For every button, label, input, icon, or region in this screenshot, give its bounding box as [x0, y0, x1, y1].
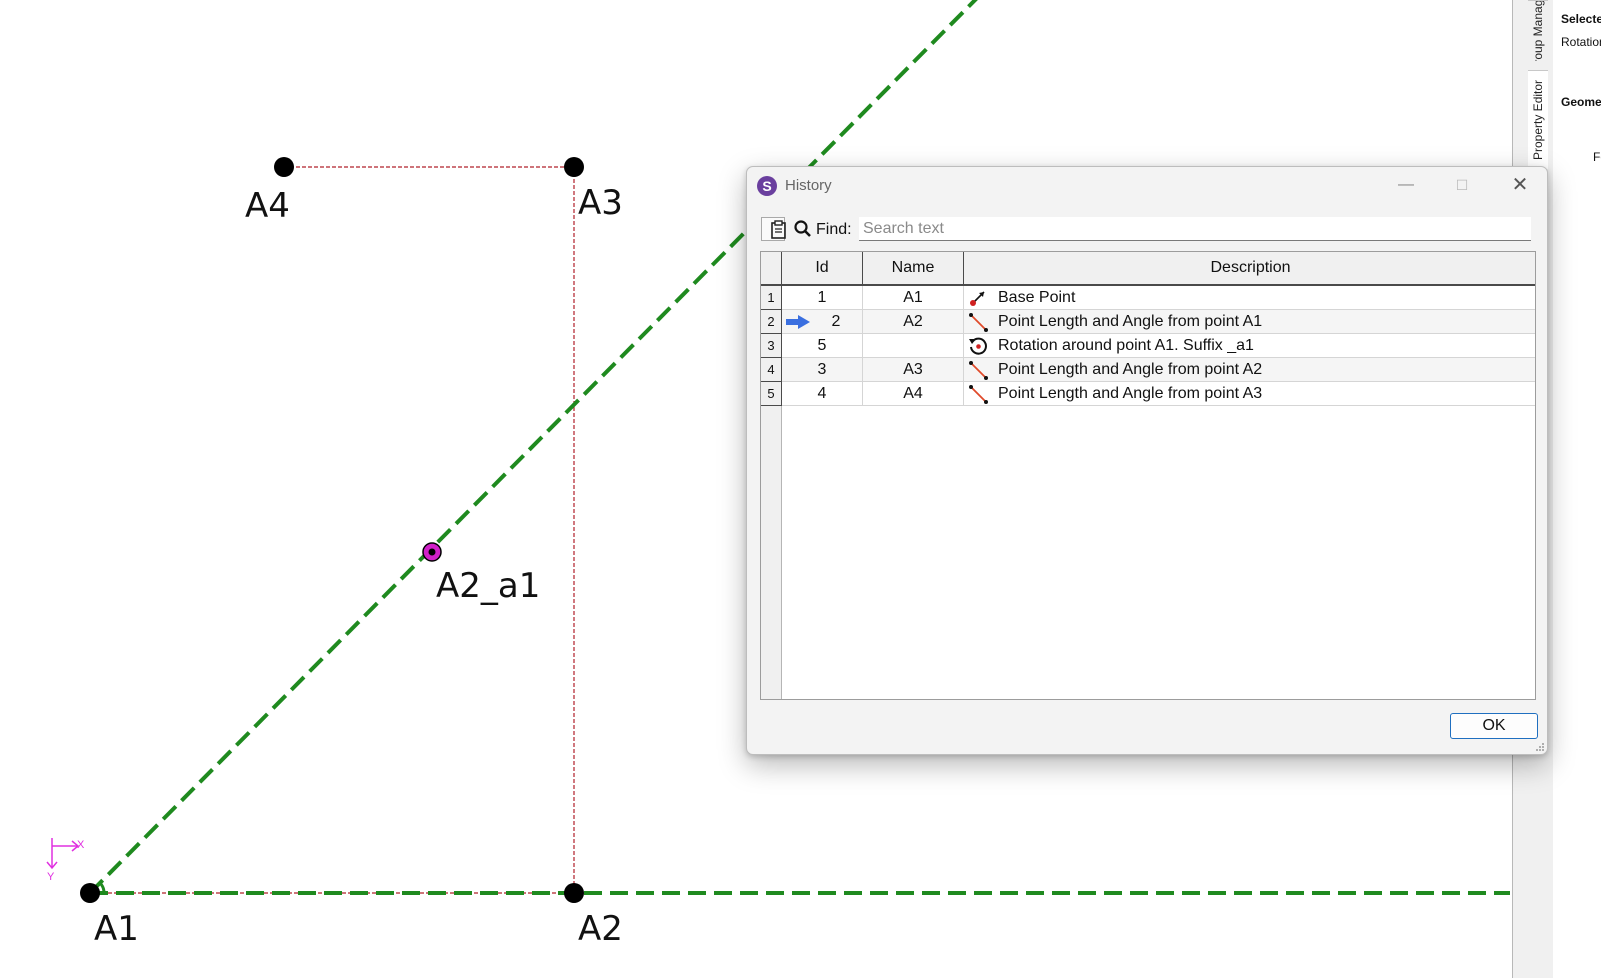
rotation-icon [969, 337, 987, 355]
history-table[interactable]: Id Name Description 1 1 A1 Base Point 2 [760, 251, 1536, 700]
length-angle-icon [969, 313, 988, 332]
row-number[interactable]: 3 [761, 334, 782, 358]
panel-label-rotation: Rotation [1561, 35, 1601, 49]
copy-to-clipboard-button[interactable] [761, 217, 786, 241]
cell-name [863, 334, 964, 358]
point-a2[interactable] [564, 883, 584, 903]
current-step-arrow-icon [786, 315, 810, 329]
maximize-icon[interactable]: ☐ [1439, 170, 1485, 200]
table-row[interactable]: 3 5 Rotation around point A1. Suffix _a1 [761, 334, 1535, 358]
dialog-titlebar[interactable]: S History — ☐ ✕ [747, 167, 1547, 203]
cell-id: 3 [782, 358, 863, 382]
cell-id: 2 [782, 310, 863, 334]
close-icon[interactable]: ✕ [1497, 170, 1543, 200]
length-angle-icon [969, 385, 988, 404]
resize-grip-icon[interactable] [1535, 742, 1545, 752]
search-input[interactable] [859, 217, 1531, 241]
description-text: Point Length and Angle from point A3 [998, 385, 1263, 402]
history-dialog: S History — ☐ ✕ Find: Id Name Descriptio… [746, 166, 1548, 755]
description-text: Rotation around point A1. Suffix _a1 [998, 337, 1254, 354]
cell-description: Base Point [964, 286, 1535, 310]
description-text: Point Length and Angle from point A2 [998, 361, 1263, 378]
table-row[interactable]: 1 1 A1 Base Point [761, 286, 1535, 310]
base-point-icon [970, 291, 985, 306]
cell-description: Rotation around point A1. Suffix _a1 [964, 334, 1535, 358]
panel-label-selected: Selected [1561, 12, 1601, 26]
table-row[interactable]: 4 3 A3 Point Length and Angle from point… [761, 358, 1535, 382]
app-logo-icon: S [757, 176, 777, 196]
property-editor-panel: Selected Rotation Geometry Fo [1553, 0, 1601, 978]
label-a1: A1 [94, 909, 139, 949]
cell-description: Point Length and Angle from point A3 [964, 382, 1535, 406]
cell-id: 1 [782, 286, 863, 310]
cell-description: Point Length and Angle from point A1 [964, 310, 1535, 334]
cell-name: A2 [863, 310, 964, 334]
column-header-name[interactable]: Name [863, 252, 964, 286]
label-a4: A4 [245, 186, 290, 226]
length-angle-icon [969, 361, 988, 380]
cell-description: Point Length and Angle from point A2 [964, 358, 1535, 382]
cell-name: A3 [863, 358, 964, 382]
cell-name: A1 [863, 286, 964, 310]
row-number[interactable]: 2 [761, 310, 782, 334]
table-row[interactable]: 2 2 A2 Point Length and Angle from point… [761, 310, 1535, 334]
table-corner[interactable] [761, 252, 782, 286]
row-number[interactable]: 1 [761, 286, 782, 310]
axis-indicator [46, 838, 80, 870]
cell-id-value: 2 [831, 313, 841, 330]
column-header-id[interactable]: Id [782, 252, 863, 286]
panel-label-fo: Fo [1593, 150, 1601, 164]
description-text: Base Point [998, 289, 1076, 306]
axis-x-label: X [77, 839, 85, 851]
find-label: Find: [816, 221, 852, 238]
cell-id: 5 [782, 334, 863, 358]
point-a3[interactable] [564, 157, 584, 177]
point-a4[interactable] [274, 157, 294, 177]
point-a1[interactable] [80, 883, 100, 903]
minimize-icon[interactable]: — [1383, 170, 1429, 200]
find-toolbar: Find: [761, 217, 1531, 243]
label-a2: A2 [578, 909, 623, 949]
table-row[interactable]: 5 4 A4 Point Length and Angle from point… [761, 382, 1535, 406]
column-header-description[interactable]: Description [964, 252, 1535, 286]
clipboard-icon [771, 220, 786, 239]
label-a2-a1: A2_a1 [436, 566, 540, 606]
axis-y-label: Y [47, 871, 55, 883]
description-text: Point Length and Angle from point A1 [998, 313, 1263, 330]
ok-button[interactable]: OK [1450, 713, 1538, 739]
tab-property-editor[interactable]: Property Editor [1528, 70, 1548, 169]
point-a2-a1-core [428, 548, 436, 556]
panel-label-geometry: Geometry [1561, 95, 1601, 109]
cell-id: 4 [782, 382, 863, 406]
label-a3: A3 [578, 183, 623, 223]
dialog-title: History [785, 177, 832, 194]
search-icon [794, 220, 811, 237]
row-number[interactable]: 4 [761, 358, 782, 382]
row-number[interactable]: 5 [761, 382, 782, 406]
tab-group-manager[interactable]: Group Manager [1528, 0, 1548, 61]
cell-name: A4 [863, 382, 964, 406]
